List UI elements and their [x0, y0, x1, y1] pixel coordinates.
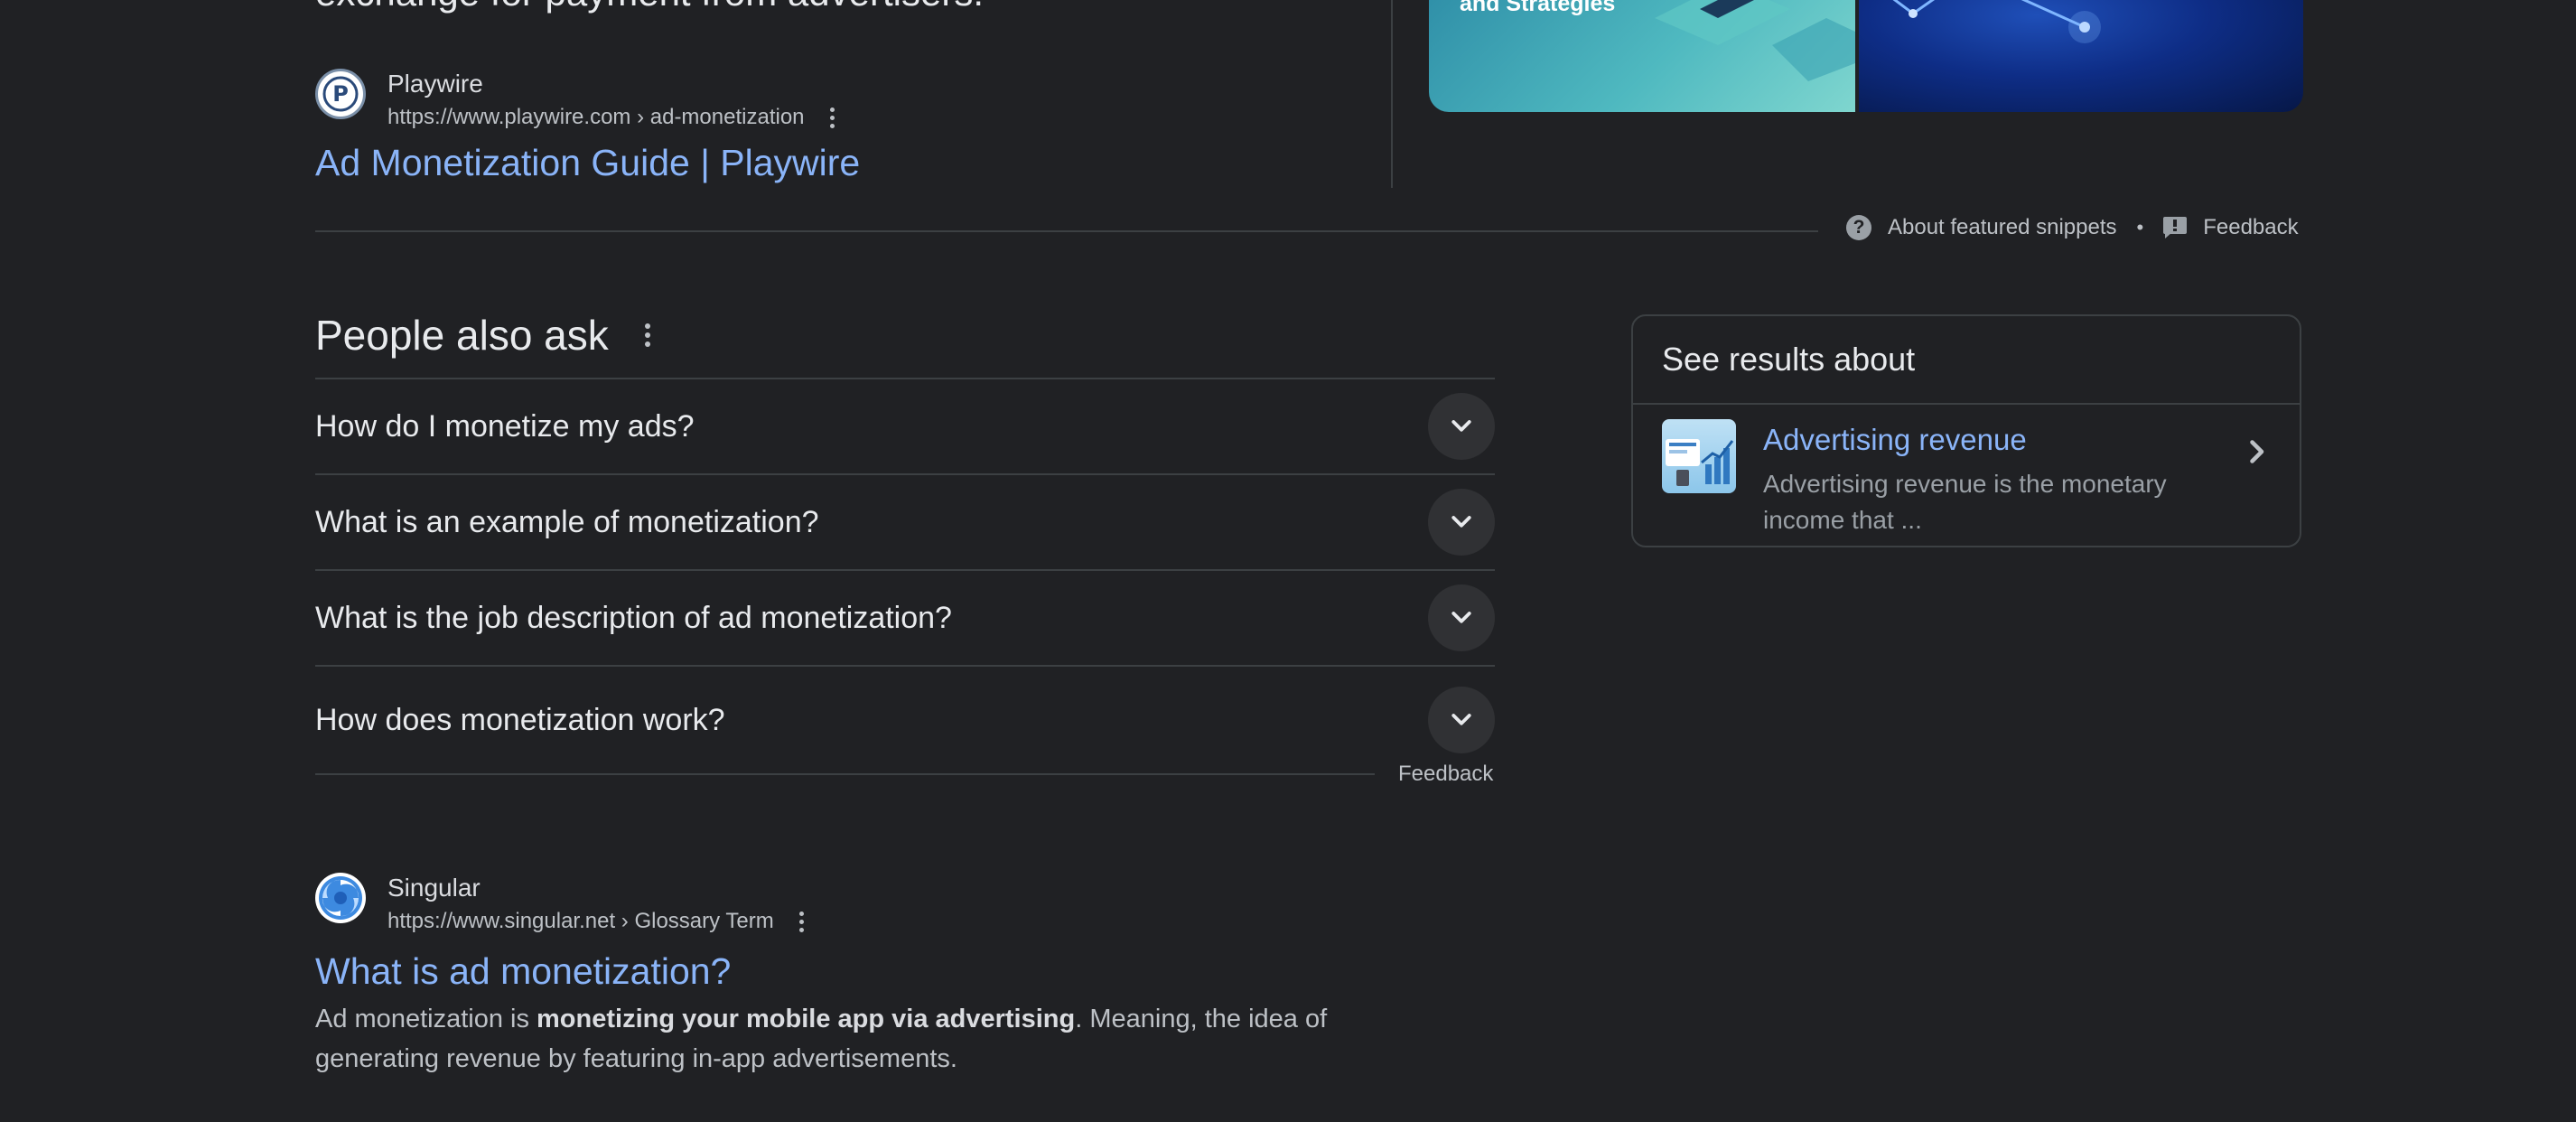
chevron-down-icon[interactable]	[1428, 393, 1495, 460]
singular-result-snippet: Ad monetization is monetizing your mobil…	[315, 999, 1417, 1079]
paa-question-item[interactable]: How does monetization work?	[315, 665, 1495, 775]
snippet-prefix: Ad monetization is	[315, 1005, 537, 1033]
snippet-divider-vertical	[1391, 0, 1393, 188]
chevron-down-icon[interactable]	[1428, 584, 1495, 651]
paa-feedback-link[interactable]: Feedback	[1398, 762, 1493, 787]
network-lines-icon	[1892, 0, 2101, 43]
singular-result-title[interactable]: What is ad monetization?	[315, 949, 731, 994]
feedback-icon[interactable]	[2163, 217, 2188, 238]
featured-snippet-image-right[interactable]	[1859, 0, 2303, 112]
chart-thumbnail-icon	[1666, 439, 1734, 486]
see-results-about-card: See results about Advertising revenue Ad…	[1631, 314, 2301, 547]
paa-question-item[interactable]: What is the job description of ad moneti…	[315, 569, 1495, 665]
about-featured-snippets-link[interactable]: About featured snippets	[1888, 215, 2117, 240]
singular-source[interactable]: Singular https://www.singular.net › Glos…	[315, 873, 816, 936]
paa-question: How do I monetize my ads?	[315, 408, 695, 444]
help-circle-icon[interactable]: ?	[1846, 215, 1871, 240]
site-url: https://www.singular.net › Glossary Term	[387, 909, 774, 933]
entity-title-link[interactable]: Advertising revenue	[1763, 423, 2027, 457]
playwire-favicon-icon: P	[315, 69, 366, 119]
playwire-result-title[interactable]: Ad Monetization Guide | Playwire	[315, 140, 860, 185]
snippet-bold: monetizing your mobile app via advertisi…	[537, 1005, 1076, 1033]
people-also-ask-title: People also ask	[315, 311, 661, 360]
site-name: Playwire	[387, 70, 483, 98]
chevron-down-icon[interactable]	[1428, 687, 1495, 753]
kebab-menu-icon[interactable]	[819, 104, 846, 131]
card-heading: See results about	[1633, 316, 2300, 405]
featured-snippet-text: exchange for payment from advertisers.	[315, 0, 984, 20]
snippet-divider	[315, 230, 1818, 232]
paa-question-item[interactable]: What is an example of monetization?	[315, 473, 1495, 569]
advertising-revenue-thumbnail[interactable]	[1662, 419, 1736, 493]
kebab-menu-icon[interactable]	[634, 322, 661, 349]
entity-description: Advertising revenue is the monetary inco…	[1763, 470, 2167, 534]
kebab-menu-icon[interactable]	[789, 908, 816, 935]
isometric-graphic-icon	[1655, 0, 1855, 81]
site-name: Singular	[387, 874, 481, 902]
site-url: https://www.playwire.com › ad-monetizati…	[387, 105, 805, 129]
chevron-right-icon[interactable]	[2240, 435, 2273, 468]
feedback-link[interactable]: Feedback	[2203, 215, 2298, 240]
singular-favicon-icon	[315, 873, 366, 923]
paa-question: What is an example of monetization?	[315, 504, 819, 539]
paa-heading: People also ask	[315, 312, 609, 359]
featured-snippet-image-left[interactable]: and Strategies	[1429, 0, 1855, 112]
paa-question: How does monetization work?	[315, 702, 725, 737]
snippet-meta-row: ? About featured snippets • Feedback	[1846, 215, 2299, 240]
paa-question: What is the job description of ad moneti…	[315, 600, 952, 635]
people-also-ask-list: How do I monetize my ads? What is an exa…	[315, 378, 1495, 775]
entity-row[interactable]: Advertising revenue Advertising revenue …	[1633, 405, 2300, 549]
meta-separator: •	[2136, 216, 2144, 238]
svg-text:P: P	[332, 81, 349, 107]
playwire-source[interactable]: P Playwire https://www.playwire.com › ad…	[315, 69, 846, 132]
search-results-page: exchange for payment from advertisers. a…	[0, 0, 2576, 1122]
paa-question-item[interactable]: How do I monetize my ads?	[315, 378, 1495, 473]
chevron-down-icon[interactable]	[1428, 489, 1495, 556]
